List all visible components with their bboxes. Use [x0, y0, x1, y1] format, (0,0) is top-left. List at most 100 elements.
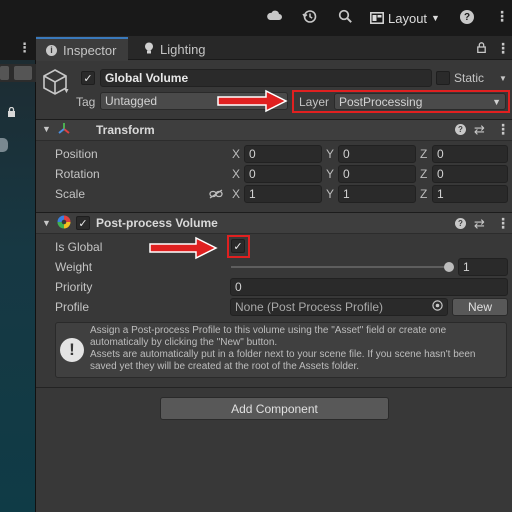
rotation-y-field[interactable]: 0: [338, 165, 416, 183]
more-options-icon[interactable]: ⋮: [496, 40, 510, 57]
tag-value: Untagged: [105, 94, 158, 108]
highlight-arrow-is-global: [149, 236, 218, 260]
tab-lighting[interactable]: Lighting: [134, 37, 216, 61]
ppv-enabled-checkbox[interactable]: ✓: [76, 216, 90, 230]
constrain-proportions-icon[interactable]: [209, 188, 223, 202]
scene-tab-bar: ⋮: [0, 36, 36, 60]
static-checkbox[interactable]: [436, 71, 450, 85]
weight-value: 1: [463, 260, 470, 274]
rotation-x-axis: X: [232, 167, 241, 181]
object-picker-icon[interactable]: [432, 300, 443, 314]
scene-view-strip: [0, 36, 36, 512]
priority-value: 0: [235, 280, 242, 294]
position-y-field[interactable]: 0: [338, 145, 416, 163]
weight-field[interactable]: 1: [458, 258, 508, 276]
help-icon[interactable]: ?: [460, 10, 474, 24]
search-icon[interactable]: [338, 9, 353, 27]
scale-x-field[interactable]: 1: [244, 185, 322, 203]
rotation-z-field[interactable]: 0: [432, 165, 508, 183]
add-component-button[interactable]: Add Component: [160, 397, 389, 420]
position-x-axis: X: [232, 147, 241, 161]
rotation-y-axis: Y: [326, 167, 335, 181]
tag-label: Tag: [76, 95, 96, 109]
position-z-field[interactable]: 0: [432, 145, 508, 163]
info-circle-icon: !: [60, 338, 84, 362]
gizmo-icon: [0, 138, 8, 152]
gameobject-name: Global Volume: [105, 71, 189, 85]
transform-title: Transform: [96, 123, 155, 137]
scale-y-value: 1: [343, 187, 350, 201]
layout-icon: [370, 12, 384, 24]
transform-icon: [57, 122, 71, 139]
tab-inspector[interactable]: i Inspector: [36, 37, 128, 61]
weight-slider-track[interactable]: [231, 266, 451, 268]
layer-dropdown[interactable]: PostProcessing ▼: [334, 93, 506, 110]
active-checkbox[interactable]: ✓: [81, 71, 95, 85]
scale-x-axis: X: [232, 187, 241, 201]
position-z-value: 0: [437, 147, 444, 161]
section-divider: [36, 387, 512, 388]
static-dropdown-arrow[interactable]: ▼: [499, 74, 507, 83]
add-component-label: Add Component: [231, 401, 318, 416]
scale-x-value: 1: [249, 187, 256, 201]
help-icon[interactable]: ?: [455, 124, 466, 135]
position-x-field[interactable]: 0: [244, 145, 322, 163]
position-y-value: 0: [343, 147, 350, 161]
post-process-component-icon: [57, 215, 71, 232]
rotation-x-value: 0: [249, 167, 256, 181]
lock-icon[interactable]: [477, 42, 486, 56]
rotation-z-axis: Z: [420, 167, 428, 181]
scale-z-value: 1: [437, 187, 444, 201]
help-text-line2: Assets are automatically put in a folder…: [90, 349, 476, 372]
position-x-value: 0: [249, 147, 256, 161]
more-options-icon[interactable]: ⋮: [496, 215, 510, 232]
rotation-label: Rotation: [55, 167, 100, 181]
scale-label: Scale: [55, 187, 86, 201]
priority-label: Priority: [55, 280, 93, 294]
foldout-arrow-icon[interactable]: ▼: [42, 124, 51, 134]
is-global-checkbox[interactable]: ✓: [231, 239, 245, 253]
icon-dropdown-arrow[interactable]: ▼: [63, 88, 70, 95]
rotation-y-value: 0: [343, 167, 350, 181]
more-options-icon[interactable]: ⋮: [18, 40, 31, 56]
profile-label: Profile: [55, 300, 90, 314]
tab-lighting-label: Lighting: [160, 41, 206, 57]
priority-field[interactable]: 0: [230, 278, 508, 296]
layout-dropdown[interactable]: Layout ▼: [370, 9, 440, 27]
presets-icon[interactable]: ⇄: [474, 216, 485, 232]
highlight-arrow-layer: [217, 89, 288, 113]
profile-object-field[interactable]: None (Post Process Profile): [230, 298, 448, 316]
position-label: Position: [55, 147, 98, 161]
info-icon: i: [46, 44, 57, 56]
weight-slider-handle[interactable]: [444, 262, 454, 272]
scale-z-field[interactable]: 1: [432, 185, 508, 203]
help-text-line1: Assign a Post-process Profile to this vo…: [90, 325, 447, 348]
more-options-icon[interactable]: ⋮: [495, 8, 509, 25]
position-y-axis: Y: [326, 147, 335, 161]
gameobject-name-field[interactable]: Global Volume: [100, 69, 432, 87]
main-toolbar: Layout ▼ ? ⋮: [0, 0, 512, 36]
static-label: Static: [454, 71, 485, 85]
help-text: Assign a Post-process Profile to this vo…: [90, 325, 504, 373]
chevron-down-icon: ▼: [492, 96, 501, 107]
weight-label: Weight: [55, 260, 93, 274]
camera-icon[interactable]: [14, 66, 32, 80]
history-icon[interactable]: [302, 9, 317, 27]
new-profile-label: New: [467, 300, 492, 314]
presets-icon[interactable]: ⇄: [474, 122, 485, 138]
ppv-title: Post-process Volume: [96, 216, 218, 230]
cloud-icon[interactable]: [266, 9, 282, 24]
layout-label: Layout: [388, 10, 428, 26]
lightbulb-icon: [144, 42, 154, 57]
lock-icon[interactable]: [7, 106, 16, 120]
scale-y-field[interactable]: 1: [338, 185, 416, 203]
help-icon[interactable]: ?: [455, 218, 466, 229]
rotation-x-field[interactable]: 0: [244, 165, 322, 183]
more-options-icon[interactable]: ⋮: [496, 121, 510, 138]
foldout-arrow-icon[interactable]: ▼: [42, 218, 51, 228]
new-profile-button[interactable]: New: [452, 298, 508, 316]
dropdown-icon[interactable]: [0, 66, 9, 80]
is-global-label: Is Global: [55, 240, 103, 254]
profile-value: None (Post Process Profile): [235, 300, 384, 314]
position-z-axis: Z: [420, 147, 428, 161]
